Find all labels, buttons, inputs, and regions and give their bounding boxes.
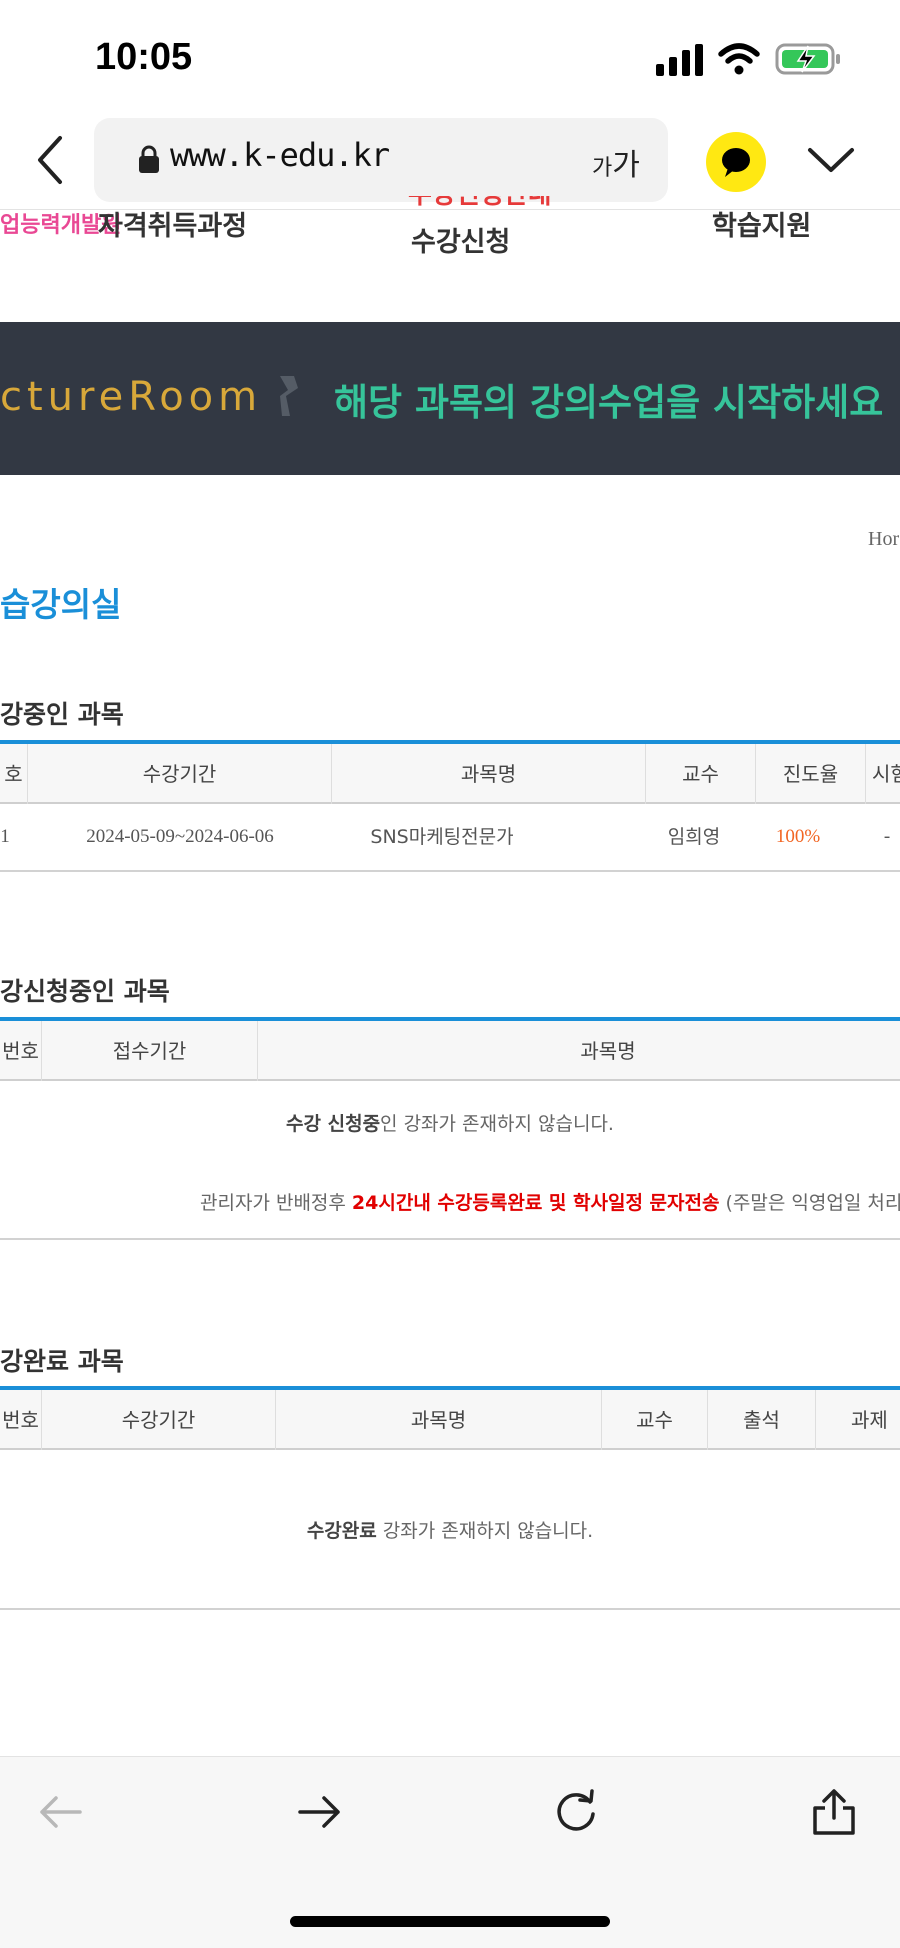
header-exam: 시험: [872, 762, 900, 786]
lecture-room-banner: ctureRoom 해당 과목의 강의수업을 시작하세요: [0, 322, 900, 475]
cell-period: 2024-05-09~2024-06-06: [86, 826, 274, 847]
arrow-right-icon[interactable]: [296, 1792, 344, 1832]
completed-empty-message: 수강완료 강좌가 존재하지 않습니다.: [0, 1516, 900, 1543]
arrow-left-icon[interactable]: [36, 1792, 84, 1832]
cell-exam: -: [883, 826, 891, 847]
reload-icon[interactable]: [552, 1788, 600, 1836]
applying-empty-message: 수강 신청중인 강좌가 존재하지 않습니다.: [0, 1109, 900, 1136]
cell-professor: 임희영: [667, 826, 721, 848]
wifi-icon: [718, 43, 760, 75]
kakaotalk-button[interactable]: [706, 132, 766, 192]
completed-section-title: 강완료 과목: [0, 1347, 124, 1376]
header-reception-period: 접수기간: [42, 1021, 258, 1081]
cell-no: 1: [0, 826, 10, 847]
header-assignment: 과제: [851, 1408, 888, 1432]
nav-cut-off-label: 수강신청안내: [408, 196, 558, 206]
header-attendance: 출석: [708, 1390, 816, 1450]
header-no: 번호: [0, 1021, 42, 1081]
header-no: 번호: [0, 1390, 42, 1450]
header-no: 호: [0, 744, 28, 804]
banner-divider-mark-icon: [280, 376, 298, 416]
notice-suffix: (주말은 익영업일 처리: [719, 1192, 900, 1214]
url-text[interactable]: www.k-edu.kr: [170, 136, 390, 174]
table-header: 호 수강기간 과목명 교수 진도율 시험: [0, 744, 900, 804]
text-size-button[interactable]: 가가: [592, 140, 640, 184]
text-size-small-label: 가: [592, 156, 613, 181]
banner-korean-title: 해당 과목의 강의수업을 시작하세요: [334, 381, 884, 424]
back-chevron-icon[interactable]: [30, 132, 70, 188]
table-header: 번호 수강기간 과목명 교수 출석 과제: [0, 1390, 900, 1450]
banner-english-title: ctureRoom: [0, 374, 263, 420]
header-course: 과목명: [580, 1039, 636, 1063]
empty-message-bold: 수강 신청중: [286, 1113, 381, 1135]
lock-icon: [139, 145, 159, 173]
in-progress-section-title: 강중인 과목: [0, 700, 124, 729]
notice-highlight: 24시간내 수강등록완료 및 학사일정 문자전송: [351, 1192, 720, 1214]
header-period: 수강기간: [42, 1390, 276, 1450]
table-header: 번호 접수기간 과목명: [0, 1021, 900, 1081]
cell-progress: 100%: [775, 826, 821, 847]
empty-message-bold: 수강완료: [306, 1520, 377, 1542]
home-indicator[interactable]: [290, 1916, 610, 1927]
nav-enroll[interactable]: 수강신청: [411, 220, 510, 259]
header-course: 과목명: [276, 1390, 602, 1450]
registration-notice: 관리자가 반배정후 24시간내 수강등록완료 및 학사일정 문자전송 (주말은 …: [200, 1188, 900, 1215]
header-progress: 진도율: [756, 744, 866, 804]
chevron-down-icon[interactable]: [806, 140, 856, 180]
nav-support[interactable]: 학습지원: [712, 204, 811, 243]
share-icon[interactable]: [810, 1788, 858, 1836]
cellular-signal-icon: [656, 44, 703, 76]
header-professor: 교수: [602, 1390, 708, 1450]
battery-charging-icon: [775, 43, 840, 75]
notice-prefix: 관리자가 반배정후: [200, 1192, 352, 1214]
status-time: 10:05: [95, 36, 193, 78]
page-title: 습강의실: [0, 585, 122, 624]
header-course: 과목명: [332, 744, 646, 804]
nav-cert-course[interactable]: 자격취득과정: [98, 204, 247, 243]
chat-bubble-icon: [722, 148, 750, 177]
cell-course[interactable]: SNS마케팅전문가: [332, 806, 552, 868]
header-professor: 교수: [646, 744, 756, 804]
header-period: 수강기간: [28, 744, 332, 804]
empty-message-rest: 강좌가 존재하지 않습니다.: [376, 1520, 594, 1542]
breadcrumb[interactable]: Hor: [868, 528, 899, 551]
empty-message-rest: 인 강좌가 존재하지 않습니다.: [380, 1113, 614, 1135]
applying-section-title: 강신청중인 과목: [0, 977, 170, 1006]
text-size-large-label: 가: [612, 148, 640, 183]
